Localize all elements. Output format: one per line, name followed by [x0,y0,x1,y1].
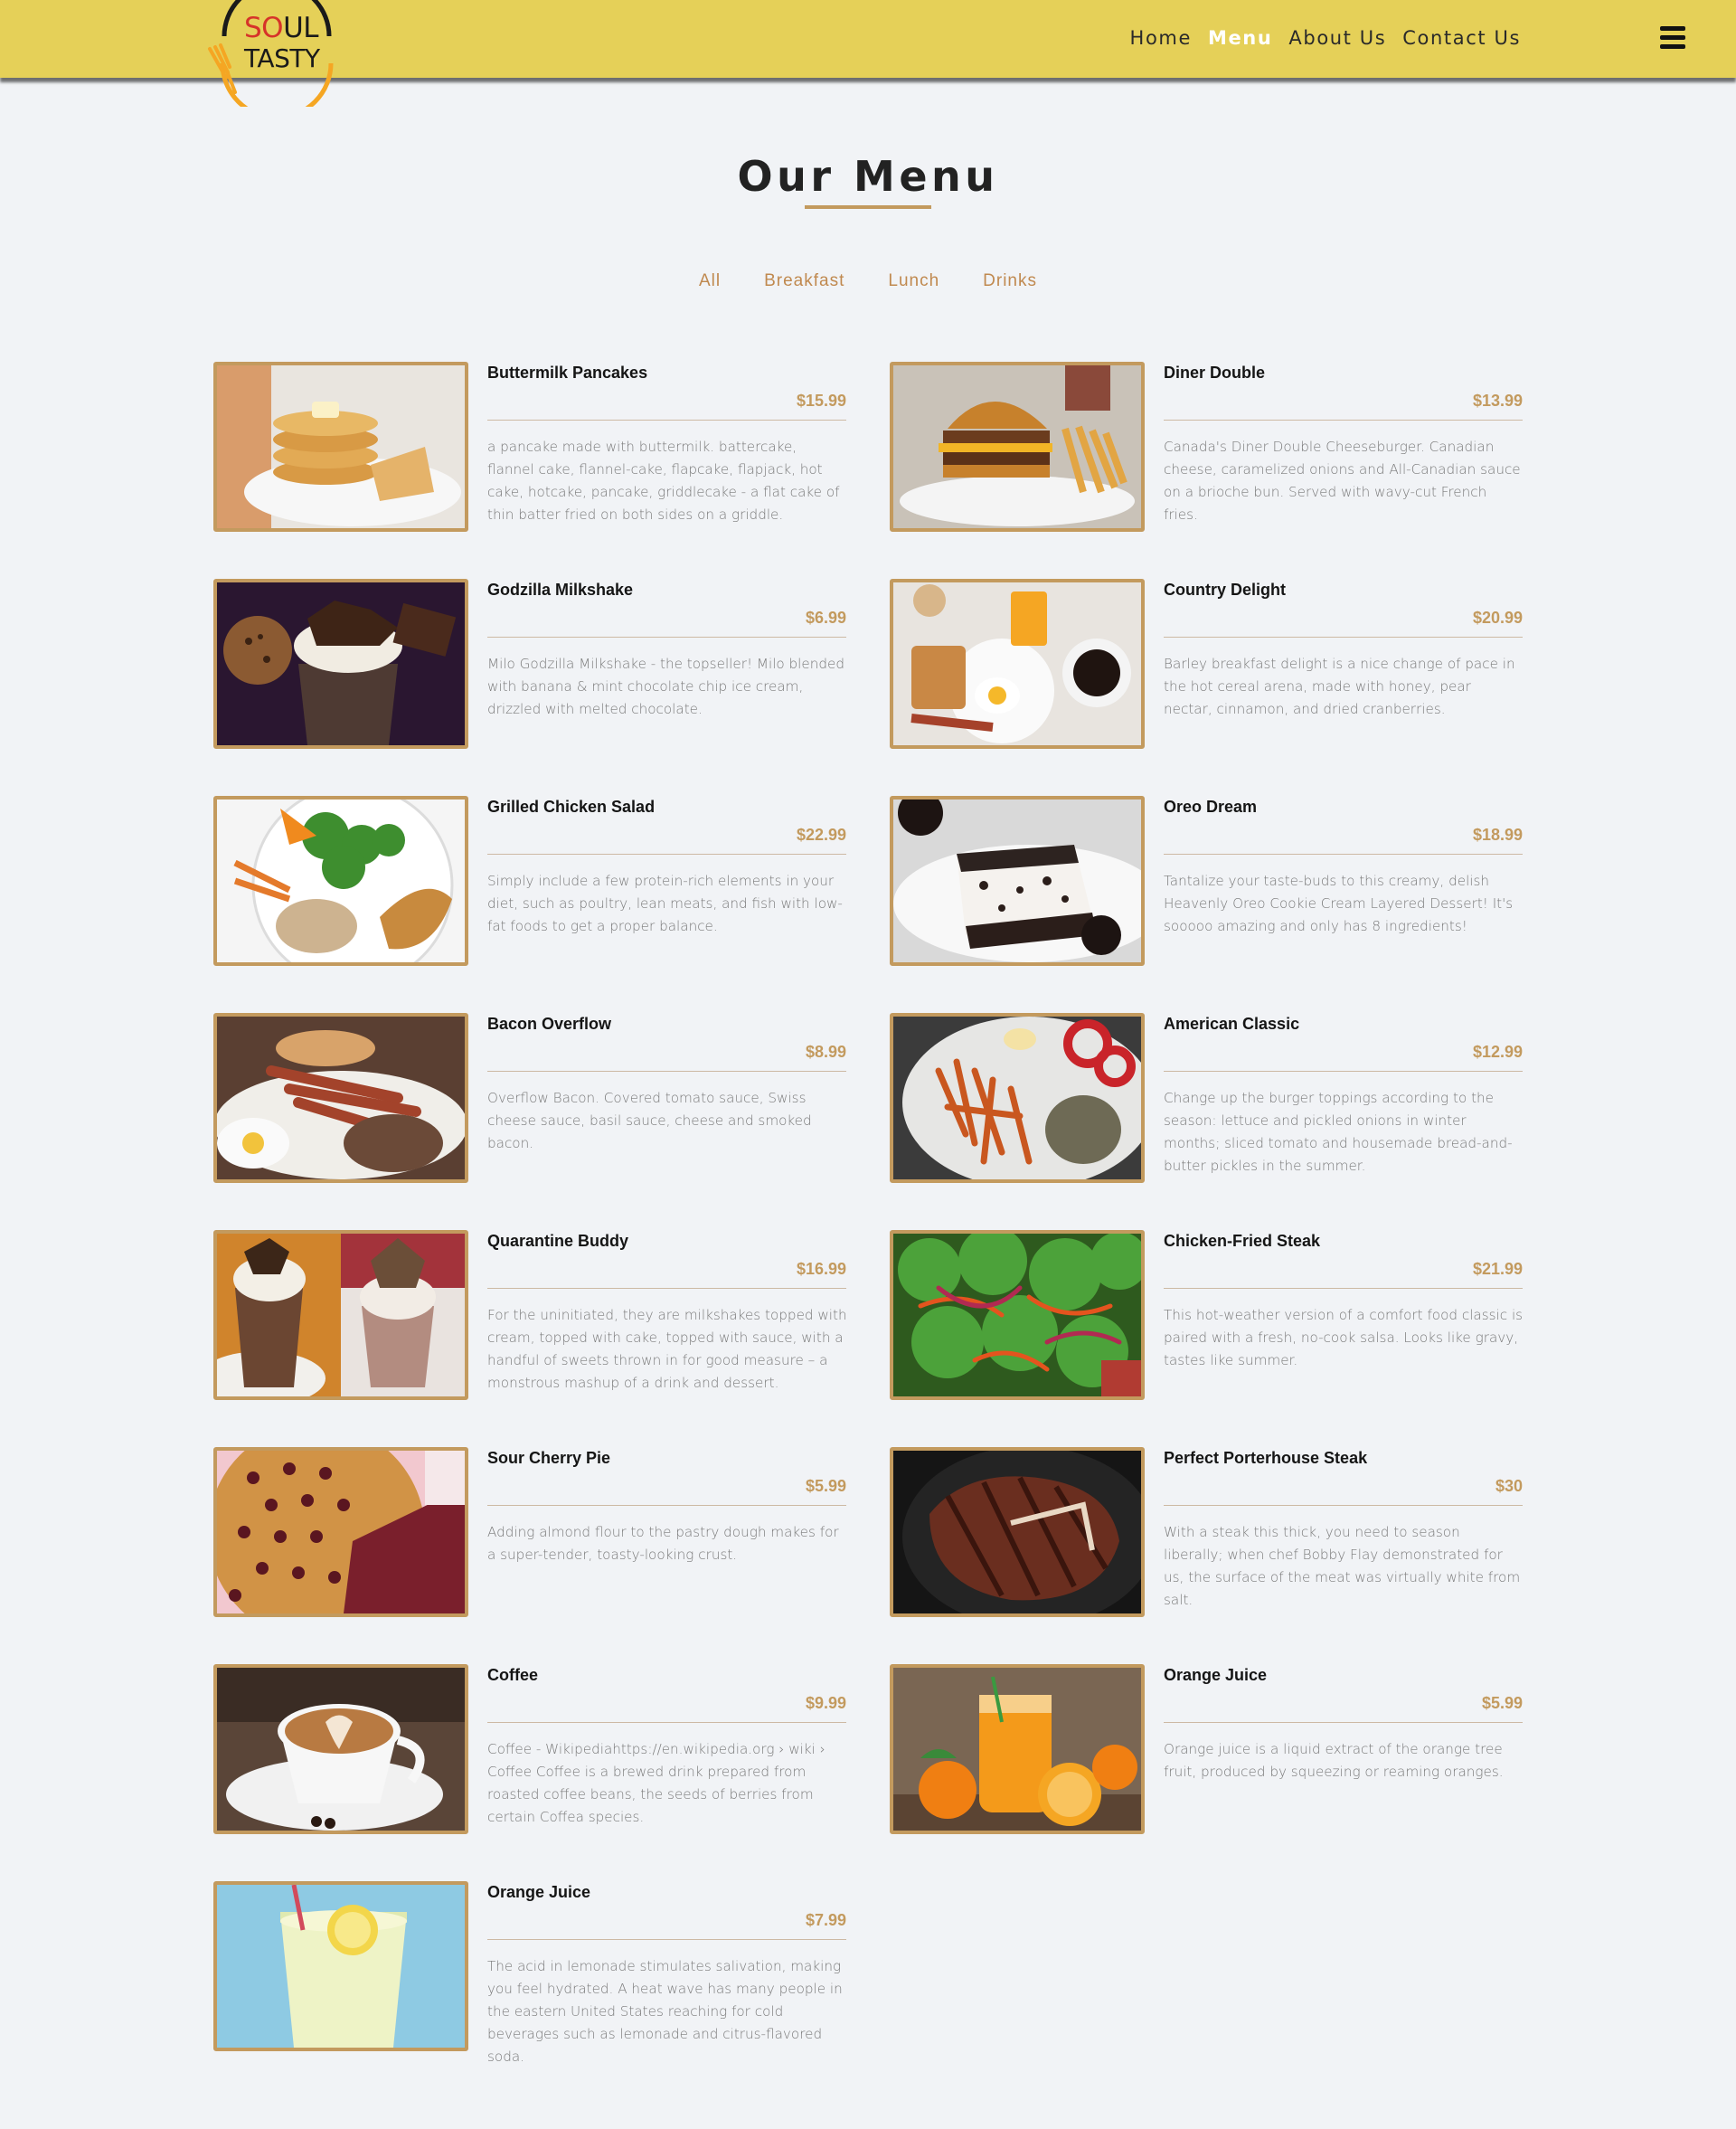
item-description: Simply include a few protein-rich elemen… [487,873,843,934]
filter-all[interactable]: All [699,271,721,291]
item-name: Buttermilk Pancakes [487,364,648,382]
item-name: Bacon Overflow [487,1015,612,1033]
item-description: Barley breakfast delight is a nice chang… [1164,656,1515,717]
menu-item: Oreo Dream $18.99 Tantalize your taste-b… [890,796,1523,968]
bacon-plate-photo [213,1013,468,1183]
item-description: This hot-weather version of a comfort fo… [1164,1307,1524,1368]
item-description: Adding almond flour to the pastry dough … [487,1524,839,1563]
pancakes-photo [213,362,468,532]
category-filters: All Breakfast Lunch Drinks [0,271,1736,291]
item-name: Sour Cherry Pie [487,1449,611,1467]
logo[interactable]: SOUL TASTY [204,0,336,107]
menu-item: American Classic $12.99 Change up the bu… [890,1013,1523,1185]
logo-text: SOUL TASTY [244,12,320,73]
item-description: Overflow Bacon. Covered tomato sauce, Sw… [487,1090,812,1151]
item-name: Orange Juice [487,1883,591,1901]
item-description: Milo Godzilla Milkshake - the topseller!… [487,656,845,717]
item-description: Canada's Diner Double Cheeseburger. Cana… [1164,439,1521,523]
menu-item: Godzilla Milkshake $6.99 Milo Godzilla M… [213,579,846,751]
nav-contact-us[interactable]: Contact Us [1402,27,1521,49]
hamburger-icon[interactable] [1660,26,1685,50]
menu-item: Bacon Overflow $8.99 Overflow Bacon. Cov… [213,1013,846,1185]
nav-home[interactable]: Home [1130,27,1192,49]
menu-item: Chicken-Fried Steak $21.99 This hot-weat… [890,1230,1523,1402]
filter-drinks[interactable]: Drinks [983,271,1037,291]
item-price: $8.99 [487,1043,846,1072]
item-name: Country Delight [1164,581,1286,599]
menu-item: Country Delight $20.99 Barley breakfast … [890,579,1523,751]
item-name: Chicken-Fried Steak [1164,1232,1321,1250]
item-description: With a steak this thick, you need to sea… [1164,1524,1521,1608]
nav-links: Home Menu About Us Contact Us [1130,27,1521,49]
item-name: Orange Juice [1164,1666,1268,1684]
item-price: $18.99 [1164,826,1523,855]
menu-item: Sour Cherry Pie $5.99 Adding almond flou… [213,1447,846,1619]
item-price: $7.99 [487,1911,846,1940]
lemonade-photo [213,1881,468,2051]
menu-item: Perfect Porterhouse Steak $30 With a ste… [890,1447,1523,1619]
milkshake-photo [213,579,468,749]
green-salad-photo [890,1230,1145,1400]
item-price: $5.99 [1164,1694,1523,1723]
item-price: $9.99 [487,1694,846,1723]
menu-item: Grilled Chicken Salad $22.99 Simply incl… [213,796,846,968]
nav-menu[interactable]: Menu [1208,27,1272,49]
item-description: Change up the burger toppings according … [1164,1090,1513,1174]
item-description: The acid in lemonade stimulates salivati… [487,1958,843,2065]
item-price: $22.99 [487,826,846,855]
filter-lunch[interactable]: Lunch [888,271,939,291]
breakfast-photo [890,579,1145,749]
item-price: $5.99 [487,1477,846,1506]
nav-about-us[interactable]: About Us [1288,27,1386,49]
chicken-salad-photo [213,796,468,966]
menu-item: Orange Juice $5.99 Orange juice is a liq… [890,1664,1523,1836]
item-name: Grilled Chicken Salad [487,798,656,816]
item-price: $13.99 [1164,392,1523,421]
item-price: $16.99 [487,1260,846,1289]
item-description: Orange juice is a liquid extract of the … [1164,1741,1504,1780]
item-price: $21.99 [1164,1260,1523,1289]
item-price: $15.99 [487,392,846,421]
item-description: For the uninitiated, they are milkshakes… [487,1307,847,1391]
item-price: $12.99 [1164,1043,1523,1072]
menu-item: Coffee $9.99 Coffee - Wikipediahttps://e… [213,1664,846,1836]
menu-item: Orange Juice $7.99 The acid in lemonade … [213,1881,846,2065]
menu-item: Quarantine Buddy $16.99 For the uninitia… [213,1230,847,1402]
fries-plate-photo [890,1013,1145,1183]
filter-breakfast[interactable]: Breakfast [764,271,844,291]
item-name: Quarantine Buddy [487,1232,629,1250]
item-name: Perfect Porterhouse Steak [1164,1449,1368,1467]
item-description: a pancake made with buttermilk. batterca… [487,439,840,523]
menu-item: Diner Double $13.99 Canada's Diner Doubl… [890,362,1523,534]
orange-juice-photo [890,1664,1145,1834]
navbar: SOUL TASTY Home Menu About Us Contact Us [0,0,1736,107]
page-title: Our Menu [737,152,999,201]
item-description: Coffee - Wikipediahttps://en.wikipedia.o… [487,1741,826,1825]
item-price: $20.99 [1164,609,1523,638]
title-underline [805,205,931,209]
oreo-cake-photo [890,796,1145,966]
burger-photo [890,362,1145,532]
item-name: American Classic [1164,1015,1300,1033]
item-name: Coffee [487,1666,539,1684]
menu-item: Buttermilk Pancakes $15.99 a pancake mad… [213,362,846,534]
item-name: Godzilla Milkshake [487,581,634,599]
cherry-pie-photo [213,1447,468,1617]
item-name: Oreo Dream [1164,798,1258,816]
steak-photo [890,1447,1145,1617]
item-name: Diner Double [1164,364,1266,382]
coffee-photo [213,1664,468,1834]
freakshake-photo [213,1230,468,1400]
item-price: $30 [1164,1477,1523,1506]
item-price: $6.99 [487,609,846,638]
item-description: Tantalize your taste-buds to this creamy… [1164,873,1514,934]
